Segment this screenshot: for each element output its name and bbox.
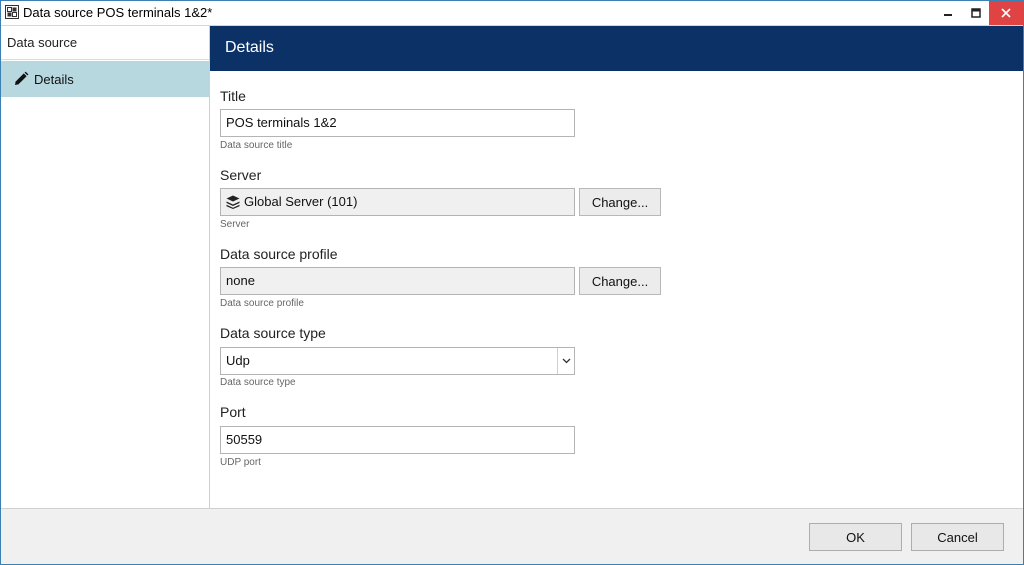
title-input[interactable]: POS terminals 1&2 (220, 109, 575, 137)
server-field: Global Server (101) (220, 188, 575, 216)
close-icon (1001, 8, 1011, 18)
port-label: Port (220, 404, 246, 420)
dialog-window: Data source POS terminals 1&2* Data sour… (0, 0, 1024, 565)
window-title: Data source POS terminals 1&2* (23, 5, 213, 20)
app-icon (5, 5, 19, 19)
server-value: Global Server (101) (244, 194, 358, 209)
sidebar-item-details[interactable]: Details (1, 61, 209, 97)
server-label: Server (220, 167, 262, 183)
page-title: Details (225, 39, 274, 56)
title-hint: Data source title (220, 140, 293, 151)
maximize-icon (971, 8, 981, 18)
close-button[interactable] (989, 1, 1023, 25)
port-value: 50559 (226, 432, 263, 447)
change-profile-button[interactable]: Change... (579, 267, 661, 295)
profile-hint: Data source profile (220, 298, 304, 309)
sidebar-item-label: Details (34, 72, 74, 87)
minimize-button[interactable] (933, 1, 963, 25)
type-value: Udp (226, 353, 250, 368)
change-profile-label: Change... (591, 273, 649, 289)
cancel-button[interactable]: Cancel (911, 523, 1004, 551)
server-stack-icon (226, 195, 240, 209)
maximize-button[interactable] (961, 1, 991, 25)
type-hint: Data source type (220, 377, 296, 388)
server-hint: Server (220, 219, 250, 230)
profile-label: Data source profile (220, 246, 338, 262)
minimize-icon (944, 14, 952, 16)
details-header: Details (210, 26, 1023, 71)
sidebar: Data source Details (1, 26, 210, 508)
type-label: Data source type (220, 325, 326, 341)
ok-button[interactable]: OK (809, 523, 902, 551)
type-select[interactable]: Udp (220, 347, 575, 375)
port-input[interactable]: 50559 (220, 426, 575, 454)
title-value: POS terminals 1&2 (226, 115, 337, 130)
port-hint: UDP port (220, 457, 261, 468)
cancel-label: Cancel (937, 529, 978, 545)
change-server-button[interactable]: Change... (579, 188, 661, 216)
chevron-down-icon (562, 358, 570, 364)
title-bar: Data source POS terminals 1&2* (1, 1, 1023, 26)
ok-label: OK (846, 529, 865, 545)
profile-value: none (226, 273, 255, 288)
sidebar-header: Data source (1, 26, 209, 60)
change-server-label: Change... (591, 194, 649, 210)
dropdown-toggle[interactable] (557, 348, 574, 374)
profile-field: none (220, 267, 575, 295)
dialog-footer: OK Cancel (1, 508, 1023, 564)
title-label: Title (220, 88, 246, 104)
sidebar-header-label: Data source (7, 35, 78, 50)
details-form: Title POS terminals 1&2 Data source titl… (220, 71, 1020, 508)
pencil-icon (15, 71, 29, 85)
